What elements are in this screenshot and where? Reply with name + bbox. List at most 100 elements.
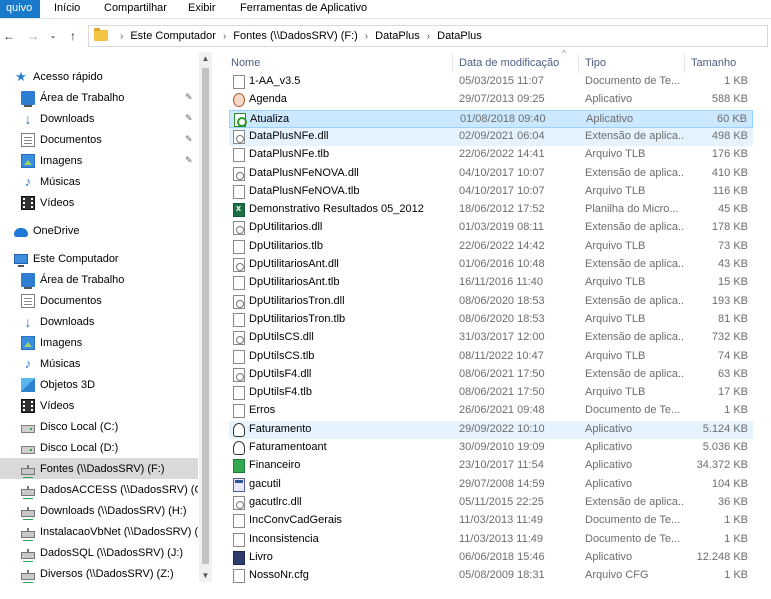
nav-item[interactable]: Imagens bbox=[0, 332, 198, 353]
nav-item[interactable]: Área de Trabalho ✎ bbox=[0, 87, 198, 108]
breadcrumb-separator-icon[interactable]: › bbox=[427, 31, 430, 42]
file-row[interactable]: Erros 26/06/2021 09:48 Documento de Te... 1… bbox=[229, 402, 753, 420]
file-name: Agenda bbox=[249, 93, 287, 106]
nav-item[interactable]: Área de Trabalho bbox=[0, 269, 198, 290]
file-type: Aplicativo bbox=[585, 93, 633, 106]
nav-item[interactable]: Fontes (\\DadosSRV) (F:) bbox=[0, 458, 198, 479]
file-row[interactable]: DpUtilsF4.tlb 08/06/2021 17:50 Arquivo TLB… bbox=[229, 384, 753, 402]
file-row[interactable]: IncConvCadGerais 11/03/2013 11:49 Document… bbox=[229, 512, 753, 530]
column-divider[interactable] bbox=[452, 54, 453, 73]
file-row[interactable]: DataPlusNFeNOVA.tlb 04/10/2017 10:07 Arqui… bbox=[229, 183, 753, 201]
column-date[interactable]: Data de modificação bbox=[459, 57, 559, 69]
file-row[interactable]: Inconsistencia 11/03/2013 11:49 Documento … bbox=[229, 531, 753, 549]
documents-icon bbox=[21, 132, 35, 147]
file-dll-icon bbox=[233, 495, 245, 510]
nav-item[interactable]: Este Computador bbox=[0, 248, 198, 269]
nav-item[interactable]: ★ Acesso rápido bbox=[0, 66, 198, 87]
file-row[interactable]: Livro 06/06/2018 15:46 Aplicativo 12.248 KB bbox=[229, 549, 753, 567]
ribbon-divider bbox=[0, 18, 771, 19]
breadcrumb-item[interactable]: DataPlus bbox=[375, 30, 420, 42]
nav-item[interactable]: InstalacaoVbNet (\\DadosSRV) (I:) bbox=[0, 521, 198, 542]
column-size[interactable]: Tamanho bbox=[691, 57, 736, 69]
breadcrumb-item[interactable]: Este Computador bbox=[130, 30, 216, 42]
scrollbar-thumb[interactable] bbox=[202, 68, 209, 564]
file-size: 498 KB bbox=[711, 129, 748, 142]
file-date: 05/11/2015 22:25 bbox=[459, 495, 544, 508]
navigation-scrollbar[interactable]: ▲ ▼ bbox=[199, 52, 212, 582]
nav-item[interactable]: DadosSQL (\\DadosSRV) (J:) bbox=[0, 542, 198, 563]
file-size: 1 KB bbox=[724, 514, 748, 527]
file-row[interactable]: DpUtilitariosTron.dll 08/06/2020 18:53 Ext… bbox=[229, 293, 753, 311]
file-tab[interactable]: quivo bbox=[0, 0, 40, 18]
column-divider[interactable] bbox=[684, 54, 685, 73]
nav-item[interactable]: OneDrive bbox=[0, 220, 198, 241]
nav-item[interactable]: Documentos ✎ bbox=[0, 129, 198, 150]
file-row[interactable]: DpUtilsCS.dll 31/03/2017 12:00 Extensão de… bbox=[229, 329, 753, 347]
file-size: 43 KB bbox=[718, 258, 748, 270]
nav-item[interactable]: Downloads (\\DadosSRV) (H:) bbox=[0, 500, 198, 521]
file-row[interactable]: gacutil 29/07/2008 14:59 Aplicativo 104 KB bbox=[229, 476, 753, 494]
file-type: Arquivo TLB bbox=[585, 148, 646, 161]
file-row[interactable]: DpUtilsF4.dll 08/06/2021 17:50 Extensão de… bbox=[229, 366, 753, 384]
tab-view[interactable]: Exibir bbox=[188, 2, 216, 14]
file-row[interactable]: 1-AA_v3.5 05/03/2015 11:07 Documento de Te… bbox=[229, 73, 753, 91]
file-row[interactable]: Financeiro 23/10/2017 11:54 Aplicativo 34.3… bbox=[229, 457, 753, 475]
forward-arrow-icon[interactable]: → bbox=[26, 28, 40, 44]
nav-item[interactable]: Objetos 3D bbox=[0, 374, 198, 395]
up-arrow-icon[interactable]: ↑ bbox=[66, 28, 80, 44]
nav-item[interactable]: ↓ Downloads ✎ bbox=[0, 108, 198, 129]
breadcrumb-separator-icon[interactable]: › bbox=[365, 31, 368, 42]
file-name: DpUtilsF4.dll bbox=[249, 367, 312, 380]
nav-item[interactable]: Disco Local (C:) bbox=[0, 416, 198, 437]
file-row[interactable]: Faturamentoant 30/09/2010 19:09 Aplicativo… bbox=[229, 439, 753, 457]
file-row[interactable]: NossoNr.cfg 05/08/2009 18:31 Arquivo CFG 1 … bbox=[229, 567, 753, 585]
breadcrumb-item[interactable]: DataPlus bbox=[437, 30, 482, 42]
file-generic-icon bbox=[233, 569, 245, 584]
videos-icon bbox=[21, 195, 35, 210]
file-date: 01/08/2018 09:40 bbox=[460, 112, 546, 125]
column-type[interactable]: Tipo bbox=[585, 57, 606, 69]
nav-item[interactable]: ♪ Músicas bbox=[0, 171, 198, 192]
file-row[interactable]: DpUtilitarios.dll 01/03/2019 08:11 Extensã… bbox=[229, 219, 753, 237]
navigation-pane: ★ Acesso rápido Área de Trabalho ✎ ↓ Download… bbox=[0, 52, 198, 599]
breadcrumb-item[interactable]: Fontes (\\DadosSRV) (F:) bbox=[233, 30, 358, 42]
file-row[interactable]: Atualiza 01/08/2018 09:40 Aplicativo 60 KB bbox=[229, 109, 753, 128]
file-row[interactable]: DpUtilitariosAnt.dll 01/06/2016 10:48 Exte… bbox=[229, 256, 753, 274]
local-disk-icon bbox=[21, 445, 35, 454]
nav-item-label: OneDrive bbox=[33, 224, 80, 237]
nav-item[interactable]: Vídeos bbox=[0, 192, 198, 213]
file-type: Documento de Te... bbox=[585, 75, 681, 87]
nav-item[interactable]: Documentos bbox=[0, 290, 198, 311]
file-row[interactable]: DpUtilsCS.tlb 08/11/2022 10:47 Arquivo TLB… bbox=[229, 348, 753, 366]
scroll-up-icon[interactable]: ▲ bbox=[199, 52, 212, 65]
recent-locations-chevron-icon[interactable]: ⌄ bbox=[46, 28, 60, 44]
file-row[interactable]: Demonstrativo Resultados 05_2012 18/06/20… bbox=[229, 201, 753, 219]
file-row[interactable]: gacutlrc.dll 05/11/2015 22:25 Extensão de … bbox=[229, 494, 753, 512]
file-row[interactable]: DataPlusNFe.tlb 22/06/2022 14:41 Arquivo T… bbox=[229, 146, 753, 164]
nav-item[interactable]: ♪ Músicas bbox=[0, 353, 198, 374]
tab-home[interactable]: Início bbox=[54, 2, 80, 14]
file-row[interactable]: DataPlusNFe.dll 02/09/2021 06:04 Extensão … bbox=[229, 127, 753, 146]
file-row[interactable]: Agenda 29/07/2013 09:25 Aplicativo 588 KB bbox=[229, 91, 753, 109]
column-divider[interactable] bbox=[578, 54, 579, 73]
nav-item[interactable]: Disco Local (D:) bbox=[0, 437, 198, 458]
back-arrow-icon[interactable]: ← bbox=[2, 28, 16, 44]
nav-item-label: Diversos (\\DadosSRV) (Z:) bbox=[40, 567, 174, 580]
nav-item[interactable]: ↓ Downloads bbox=[0, 311, 198, 332]
file-row[interactable]: Faturamento 29/09/2022 10:10 Aplicativo 5.1… bbox=[229, 420, 753, 439]
file-name: Inconsistencia bbox=[249, 532, 319, 545]
nav-item[interactable]: Diversos (\\DadosSRV) (Z:) bbox=[0, 563, 198, 584]
column-name[interactable]: Nome bbox=[231, 57, 260, 69]
file-row[interactable]: DpUtilitarios.tlb 22/06/2022 14:42 Arquivo… bbox=[229, 238, 753, 256]
nav-item[interactable]: DadosACCESS (\\DadosSRV) (G:) bbox=[0, 479, 198, 500]
file-row[interactable]: DpUtilitariosAnt.tlb 16/11/2016 11:40 Arqu… bbox=[229, 274, 753, 292]
file-row[interactable]: DataPlusNFeNOVA.dll 04/10/2017 10:07 Exten… bbox=[229, 165, 753, 183]
breadcrumb-separator-icon[interactable]: › bbox=[223, 31, 226, 42]
nav-item[interactable]: Imagens ✎ bbox=[0, 150, 198, 171]
tab-share[interactable]: Compartilhar bbox=[104, 2, 167, 14]
tab-app-tools[interactable]: Ferramentas de Aplicativo bbox=[240, 2, 367, 14]
nav-item[interactable]: Vídeos bbox=[0, 395, 198, 416]
address-bar[interactable]: › Este Computador › Fontes (\\DadosSRV) … bbox=[88, 25, 768, 47]
scroll-down-icon[interactable]: ▼ bbox=[199, 569, 212, 582]
file-row[interactable]: DpUtilitariosTron.tlb 08/06/2020 18:53 Arq… bbox=[229, 311, 753, 329]
